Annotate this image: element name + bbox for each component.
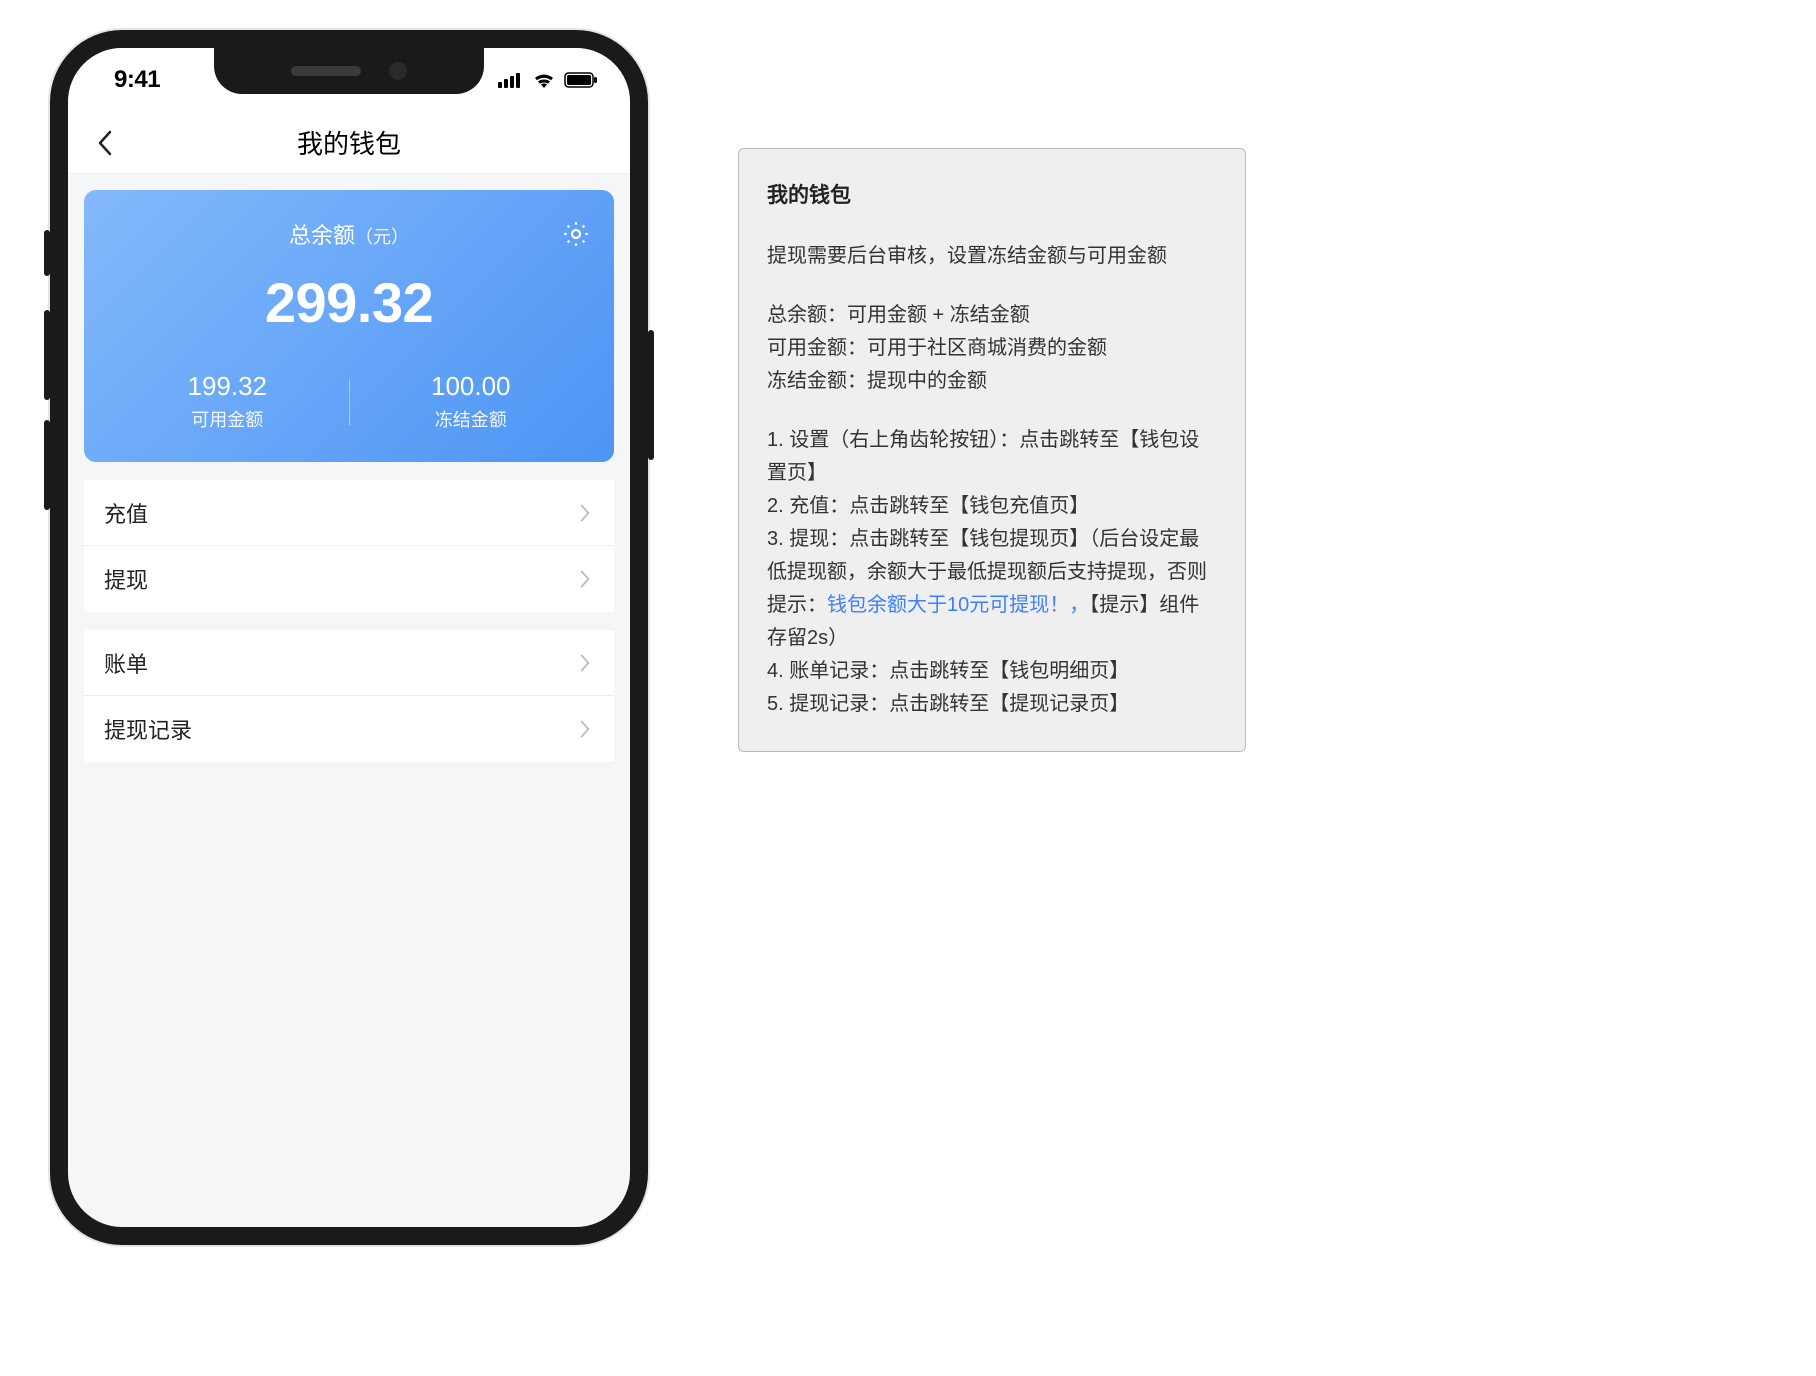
desc-definitions: 总余额：可用金额 + 冻结金额 可用金额：可用于社区商城消费的金额 冻结金额：提…	[767, 299, 1217, 398]
desc-intro: 提现需要后台审核，设置冻结金额与可用金额	[767, 240, 1217, 273]
notch-speaker	[291, 66, 361, 76]
phone-side-button	[648, 330, 654, 460]
chevron-right-icon	[576, 654, 594, 672]
settings-button[interactable]	[560, 218, 592, 250]
menu-group-1: 充值 提现	[84, 480, 614, 612]
menu-item-recharge[interactable]: 充值	[84, 480, 614, 546]
phone-notch	[214, 48, 484, 94]
menu-item-withdraw[interactable]: 提现	[84, 546, 614, 612]
balance-frozen-value: 100.00	[350, 371, 593, 402]
menu-item-withdraw-record[interactable]: 提现记录	[84, 696, 614, 762]
menu-group-2: 账单 提现记录	[84, 630, 614, 762]
chevron-left-icon	[97, 130, 113, 156]
signal-icon	[498, 72, 524, 88]
desc-def-line: 总余额：可用金额 + 冻结金额	[767, 299, 1217, 332]
balance-available-label: 可用金额	[106, 406, 349, 432]
menu-item-label: 提现	[104, 563, 148, 595]
desc-step: 3. 提现：点击跳转至【钱包提现页】（后台设定最低提现额，余额大于最低提现额后支…	[767, 523, 1217, 655]
notch-camera	[389, 62, 407, 80]
balance-frozen: 100.00 冻结金额	[350, 371, 593, 432]
desc-steps: 1. 设置（右上角齿轮按钮）：点击跳转至【钱包设置页】 2. 充值：点击跳转至【…	[767, 424, 1217, 721]
phone-side-button	[44, 420, 50, 510]
balance-frozen-label: 冻结金额	[350, 406, 593, 432]
desc-step: 2. 充值：点击跳转至【钱包充值页】	[767, 490, 1217, 523]
balance-available: 199.32 可用金额	[106, 371, 349, 432]
chevron-right-icon	[576, 570, 594, 588]
menu-item-bill[interactable]: 账单	[84, 630, 614, 696]
desc-step-link: 钱包余额大于10元可提现！，	[827, 594, 1089, 616]
back-button[interactable]	[90, 128, 120, 158]
desc-step: 5. 提现记录：点击跳转至【提现记录页】	[767, 688, 1217, 721]
phone-screen: 9:41 我的钱包 总余额（元）	[68, 48, 630, 1227]
balance-split: 199.32 可用金额 100.00 冻结金额	[106, 371, 592, 432]
chevron-right-icon	[576, 720, 594, 738]
balance-label-main: 总余额	[289, 223, 355, 248]
phone-frame: 9:41 我的钱包 总余额（元）	[50, 30, 648, 1245]
status-time: 9:41	[114, 66, 160, 94]
balance-available-value: 199.32	[106, 371, 349, 402]
battery-icon	[564, 72, 598, 88]
nav-bar: 我的钱包	[68, 112, 630, 174]
page-content: 总余额（元） 299.32 199.32 可用金额	[68, 174, 630, 778]
balance-label-unit: （元）	[355, 227, 409, 247]
chevron-right-icon	[576, 504, 594, 522]
wifi-icon	[532, 72, 556, 88]
balance-label: 总余额（元）	[289, 218, 409, 250]
desc-step: 4. 账单记录：点击跳转至【钱包明细页】	[767, 655, 1217, 688]
menu-item-label: 充值	[104, 497, 148, 529]
phone-side-button	[44, 230, 50, 276]
balance-card: 总余额（元） 299.32 199.32 可用金额	[84, 190, 614, 462]
desc-def-line: 冻结金额：提现中的金额	[767, 365, 1217, 398]
balance-total: 299.32	[106, 270, 592, 335]
menu-item-label: 提现记录	[104, 713, 192, 745]
page-title: 我的钱包	[297, 124, 401, 161]
status-icons	[498, 72, 598, 88]
desc-def-line: 可用金额：可用于社区商城消费的金额	[767, 332, 1217, 365]
desc-title: 我的钱包	[767, 179, 1217, 214]
description-panel: 我的钱包 提现需要后台审核，设置冻结金额与可用金额 总余额：可用金额 + 冻结金…	[738, 148, 1246, 752]
menu-item-label: 账单	[104, 647, 148, 679]
phone-side-button	[44, 310, 50, 400]
balance-header: 总余额（元）	[106, 218, 592, 250]
desc-step: 1. 设置（右上角齿轮按钮）：点击跳转至【钱包设置页】	[767, 424, 1217, 490]
gear-icon	[561, 219, 591, 249]
